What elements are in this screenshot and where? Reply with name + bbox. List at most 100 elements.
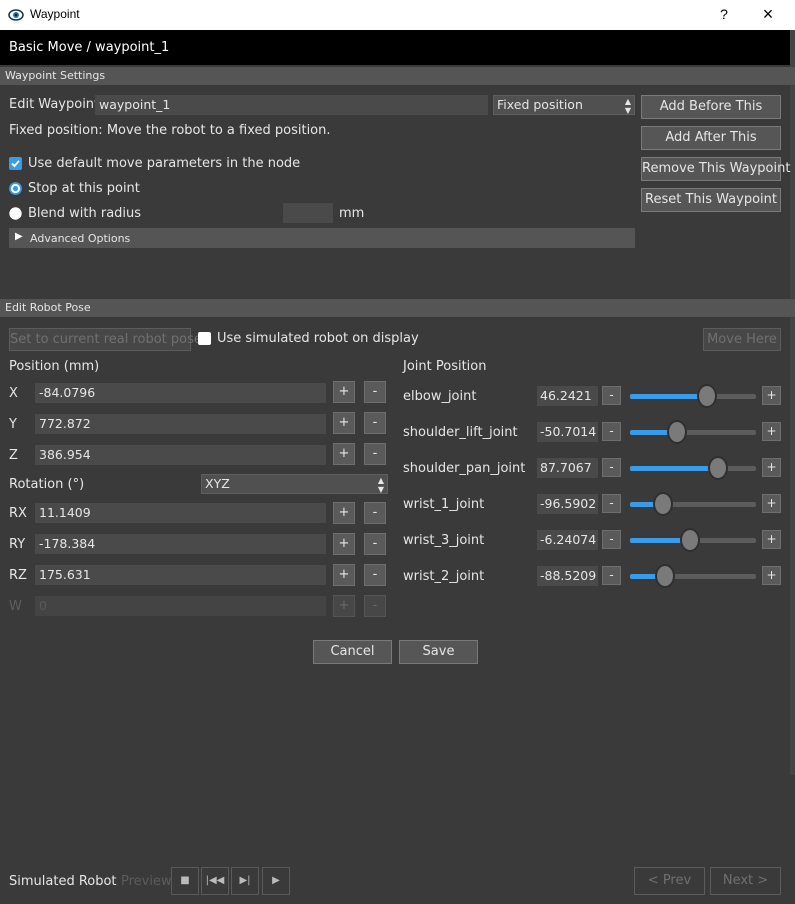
coord-input-ry[interactable]: -178.384 [35, 534, 326, 554]
slider-handle[interactable] [666, 420, 687, 444]
slider-handle[interactable] [652, 492, 673, 516]
coord-input-z[interactable]: 386.954 [35, 445, 326, 465]
stop-button[interactable]: ■ [171, 867, 199, 895]
coord-input-x[interactable]: -84.0796 [35, 383, 326, 403]
joint-minus-button[interactable]: - [602, 386, 621, 405]
joint-value-input[interactable]: 87.7067 [537, 458, 598, 478]
close-button[interactable]: × [756, 4, 780, 26]
remove-waypoint-button[interactable]: Remove This Waypoint [641, 157, 790, 181]
slider-handle[interactable] [655, 564, 676, 588]
scrollbar[interactable] [790, 30, 795, 775]
joint-name: shoulder_lift_joint [403, 425, 518, 440]
coord-plus-ry[interactable]: + [333, 533, 355, 555]
waypoint-description: Fixed position: Move the robot to a fixe… [9, 123, 331, 138]
breadcrumb-bar: Basic Move / waypoint_1 [0, 30, 795, 65]
waypoint-type-value: Fixed position [497, 97, 583, 112]
blend-radio[interactable] [9, 207, 22, 220]
joint-plus-button[interactable]: + [762, 494, 781, 513]
coord-input-rz[interactable]: 175.631 [35, 565, 326, 585]
rotation-mode-select[interactable]: XYZ ▲ ▼ [201, 474, 388, 494]
add-after-button[interactable]: Add After This [641, 126, 781, 150]
stop-radio[interactable] [9, 182, 22, 195]
waypoint-name-input[interactable]: waypoint_1 [95, 95, 488, 115]
joint-slider[interactable] [630, 564, 756, 588]
joint-slider[interactable] [630, 528, 756, 552]
joint-name: shoulder_pan_joint [403, 461, 526, 476]
coord-minus-y[interactable]: - [364, 412, 386, 434]
waypoint-type-select[interactable]: Fixed position ▲ ▼ [493, 95, 635, 115]
joint-value-input[interactable]: -6.24074 [537, 530, 598, 550]
coord-plus-x[interactable]: + [333, 381, 355, 403]
joint-minus-button[interactable]: - [602, 530, 621, 549]
rewind-button[interactable]: |◀◀ [201, 867, 229, 895]
use-simulated-label: Use simulated robot on display [217, 331, 419, 346]
reset-waypoint-button[interactable]: Reset This Waypoint [641, 188, 781, 212]
coord-input-rx[interactable]: 11.1409 [35, 503, 326, 523]
use-default-label: Use default move parameters in the node [28, 156, 301, 171]
joint-value-input[interactable]: 46.2421 [537, 386, 598, 406]
joint-minus-button[interactable]: - [602, 458, 621, 477]
joint-plus-button[interactable]: + [762, 530, 781, 549]
coord-minus-x[interactable]: - [364, 381, 386, 403]
coord-minus-w[interactable]: - [364, 595, 386, 617]
preview-label: Preview [121, 874, 172, 889]
prev-button[interactable]: < Prev [634, 867, 705, 895]
coord-minus-z[interactable]: - [364, 443, 386, 465]
joint-name: wrist_1_joint [403, 497, 485, 512]
use-simulated-checkbox[interactable] [198, 332, 211, 345]
coord-minus-ry[interactable]: - [364, 533, 386, 555]
joint-slider[interactable] [630, 492, 756, 516]
advanced-options-toggle[interactable]: ▶ Advanced Options [9, 228, 635, 248]
move-here-button[interactable]: Move Here [703, 328, 781, 351]
coord-plus-rz[interactable]: + [333, 564, 355, 586]
slider-handle[interactable] [708, 456, 729, 480]
simulated-robot-label: Simulated Robot [9, 874, 117, 889]
joint-slider[interactable] [630, 384, 756, 408]
slider-fill [630, 394, 707, 399]
save-button[interactable]: Save [399, 640, 478, 664]
coord-plus-y[interactable]: + [333, 412, 355, 434]
coord-input-y[interactable]: 772.872 [35, 414, 326, 434]
slider-handle[interactable] [696, 384, 717, 408]
next-button[interactable]: Next > [710, 867, 781, 895]
use-default-checkbox[interactable] [9, 157, 22, 170]
coord-input-w[interactable]: 0 [35, 596, 326, 616]
joint-value-input[interactable]: -96.5902 [537, 494, 598, 514]
set-current-pose-button[interactable]: Set to current real robot pose [9, 328, 202, 351]
coord-plus-rx[interactable]: + [333, 502, 355, 524]
coord-minus-rx[interactable]: - [364, 502, 386, 524]
breadcrumb: Basic Move / waypoint_1 [9, 40, 170, 55]
joint-position-label: Joint Position [403, 359, 487, 374]
coord-minus-rz[interactable]: - [364, 564, 386, 586]
coord-label-z: Z [9, 448, 18, 463]
joint-value-input[interactable]: -50.7014 [537, 422, 598, 442]
slider-handle[interactable] [680, 528, 701, 552]
play-button[interactable]: ▶ [262, 867, 290, 895]
coord-label-x: X [9, 386, 18, 401]
joint-plus-button[interactable]: + [762, 386, 781, 405]
joint-slider[interactable] [630, 420, 756, 444]
joint-value-input[interactable]: -88.5209 [537, 566, 598, 586]
step-forward-button[interactable]: ▶| [231, 867, 259, 895]
coord-plus-w[interactable]: + [333, 595, 355, 617]
help-button[interactable]: ? [716, 4, 732, 24]
blend-radius-input[interactable] [283, 203, 333, 223]
waypoint-settings-header: Waypoint Settings [0, 67, 795, 85]
joint-minus-button[interactable]: - [602, 566, 621, 585]
add-before-button[interactable]: Add Before This [641, 95, 781, 119]
updown-arrows-icon: ▲ ▼ [624, 97, 631, 115]
coord-label-w: W [9, 599, 22, 614]
coord-plus-z[interactable]: + [333, 443, 355, 465]
joint-slider[interactable] [630, 456, 756, 480]
robot-pose-header: Edit Robot Pose [0, 299, 795, 317]
joint-plus-button[interactable]: + [762, 458, 781, 477]
rewind-icon: |◀◀ [205, 875, 225, 886]
joint-plus-button[interactable]: + [762, 422, 781, 441]
joint-name: wrist_3_joint [403, 533, 485, 548]
joint-plus-button[interactable]: + [762, 566, 781, 585]
joint-minus-button[interactable]: - [602, 494, 621, 513]
cancel-button[interactable]: Cancel [313, 640, 392, 664]
position-label: Position (mm) [9, 359, 100, 374]
coord-label-ry: RY [9, 537, 26, 552]
joint-minus-button[interactable]: - [602, 422, 621, 441]
